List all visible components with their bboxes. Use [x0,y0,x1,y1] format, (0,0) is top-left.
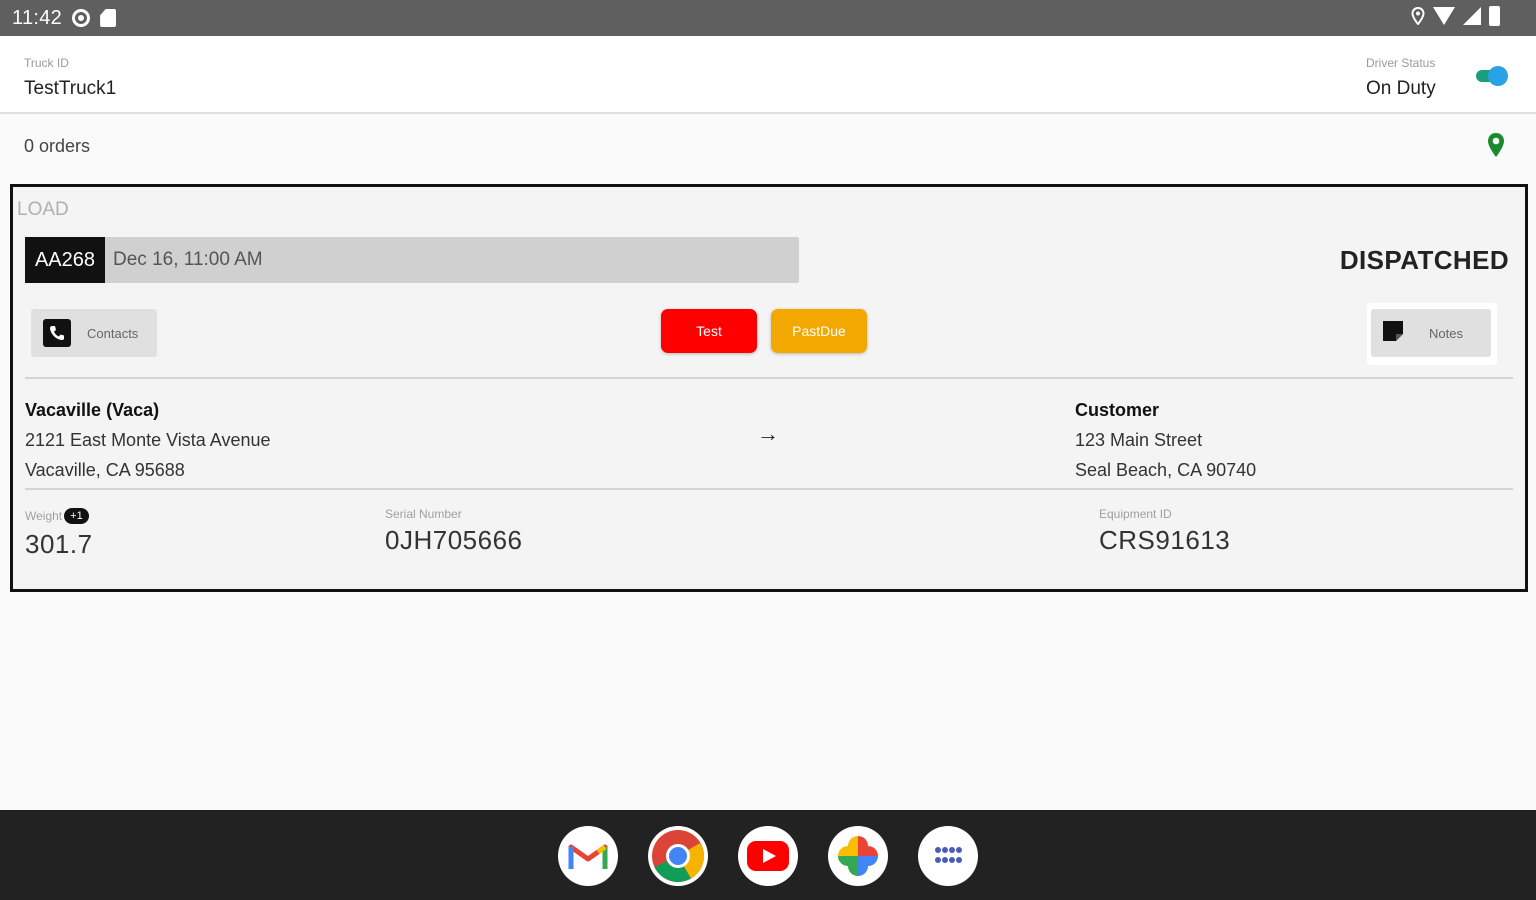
driver-status-block: Driver Status On Duty [1366,56,1436,100]
cell-signal-icon [1463,7,1481,25]
origin-name: Vacaville (Vaca) [25,400,160,420]
tag-pastdue[interactable]: PastDue [771,309,867,353]
destination-line1: 123 Main Street [1075,430,1203,450]
wifi-icon [1433,7,1455,25]
origin-line2: Vacaville, CA 95688 [25,460,185,480]
truck-id-block: Truck ID TestTruck1 [24,56,116,100]
map-pin-icon[interactable] [1486,132,1506,158]
arrow-right-icon: → [757,421,779,446]
toggle-knob [1488,66,1508,86]
destination-address: Customer 123 Main Street Seal Beach, CA … [1075,395,1256,485]
driver-status-value: On Duty [1366,78,1436,99]
load-datetime: Dec 16, 11:00 AM [113,249,263,270]
equipment-id-label: Equipment ID [1099,507,1172,521]
load-id-bar: AA268 Dec 16, 11:00 AM [25,237,799,283]
phone-icon [43,319,71,347]
origin-address: Vacaville (Vaca) 2121 East Monte Vista A… [25,395,271,485]
weight-value: 301.7 [25,529,93,559]
gmail-icon[interactable] [558,826,618,886]
destination-name: Customer [1075,400,1160,420]
notes-container: Notes [1367,303,1497,365]
youtube-icon[interactable] [738,826,798,886]
contacts-label: Contacts [87,325,139,341]
load-card[interactable]: LOAD AA268 Dec 16, 11:00 AM DISPATCHED C… [10,184,1528,592]
origin-line1: 2121 East Monte Vista Avenue [25,430,271,450]
app-header: Truck ID TestTruck1 Driver Status On Dut… [0,36,1536,114]
photos-icon[interactable] [828,826,888,886]
sync-icon [72,9,91,27]
serial-number-label: Serial Number [385,507,462,521]
tag-test[interactable]: Test [661,309,757,353]
equipment-id-field: Equipment ID CRS91613 [1099,507,1230,556]
serial-number-value: 0JH705666 [385,525,523,555]
orders-row: 0 orders [0,116,1536,184]
driver-status-toggle[interactable] [1476,66,1508,86]
weight-badge: +1 [64,507,89,524]
chrome-icon[interactable] [648,826,708,886]
truck-id-value: TestTruck1 [24,78,117,99]
weight-label: Weight [25,509,63,523]
contacts-button[interactable]: Contacts [31,309,157,357]
destination-line2: Seal Beach, CA 90740 [1075,460,1257,480]
note-icon [1381,319,1405,348]
divider [25,488,1513,490]
divider [25,377,1513,379]
weight-field: Weight +1 301.7 [25,507,93,560]
app-drawer-icon[interactable] [918,826,978,886]
notes-button[interactable]: Notes [1371,309,1491,357]
app-dock [0,810,1536,900]
load-status: DISPATCHED [1339,245,1509,275]
location-status-icon [1411,7,1425,25]
load-section-label: LOAD [17,199,69,220]
sd-card-icon [100,9,117,27]
status-time: 11:42 [12,6,63,29]
load-id: AA268 [25,237,105,283]
truck-id-label: Truck ID [24,56,69,70]
equipment-id-value: CRS91613 [1099,525,1231,555]
driver-status-label: Driver Status [1366,56,1436,70]
status-bar: 11:42 [0,0,1536,36]
battery-icon [1489,6,1500,26]
orders-count: 0 orders [24,136,91,156]
notes-label: Notes [1429,325,1463,341]
serial-number-field: Serial Number 0JH705666 [385,507,523,556]
